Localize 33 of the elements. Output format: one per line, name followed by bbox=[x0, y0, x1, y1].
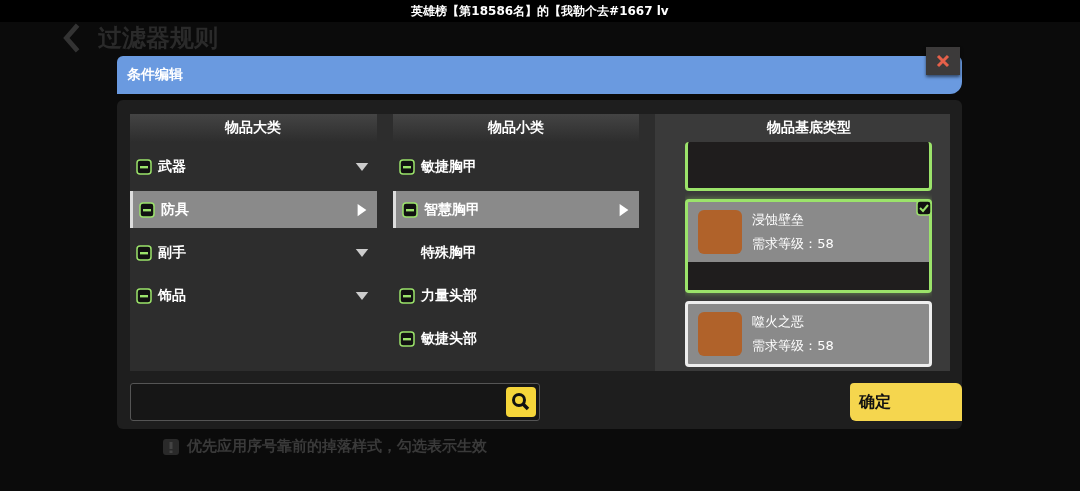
item-picture bbox=[698, 210, 743, 254]
close-button[interactable] bbox=[926, 47, 960, 75]
checkbox-partial-icon[interactable] bbox=[139, 201, 155, 218]
checkbox-checked-icon[interactable] bbox=[916, 200, 932, 216]
search-button[interactable] bbox=[506, 387, 536, 417]
close-icon bbox=[936, 54, 950, 68]
checkbox-partial-icon[interactable] bbox=[136, 158, 152, 175]
dialog-title: 条件编辑 bbox=[127, 66, 183, 84]
subcategory-item[interactable]: 敏捷胸甲 bbox=[392, 148, 640, 185]
checkbox-partial-icon[interactable] bbox=[136, 287, 152, 304]
subcategory-item[interactable]: 特殊胸甲 bbox=[392, 234, 640, 271]
checkbox-partial-icon[interactable] bbox=[398, 330, 415, 347]
checkbox-partial-icon[interactable] bbox=[136, 244, 152, 261]
column-heading: 物品基底类型 bbox=[765, 118, 852, 137]
checkbox-partial-icon[interactable] bbox=[398, 287, 415, 304]
banner-text: 英雄榜【第18586名】的【我勒个去#1667 lv bbox=[411, 2, 669, 20]
item-name: 浸蚀壁垒 bbox=[752, 211, 806, 229]
subcategory-item[interactable]: 力量头部 bbox=[392, 277, 640, 314]
search-icon bbox=[511, 392, 531, 412]
category-item[interactable]: 饰品 bbox=[130, 277, 377, 314]
subcategory-item[interactable]: 敏捷头部 bbox=[392, 320, 640, 357]
item-requirement: 需求等级：58 bbox=[752, 235, 834, 253]
item-requirement: 需求等级：58 bbox=[752, 337, 834, 355]
search-field[interactable] bbox=[130, 383, 540, 421]
confirm-button[interactable]: 确定 bbox=[850, 383, 962, 421]
item-card[interactable] bbox=[685, 142, 932, 191]
checkbox-partial-icon[interactable] bbox=[401, 201, 418, 218]
warning-icon bbox=[163, 438, 179, 455]
category-item[interactable]: 副手 bbox=[130, 234, 377, 271]
checkbox-partial-icon[interactable] bbox=[398, 158, 415, 175]
category-item[interactable]: 武器 bbox=[130, 148, 377, 185]
item-picture bbox=[698, 312, 743, 356]
item-name: 噬火之恶 bbox=[752, 313, 806, 331]
